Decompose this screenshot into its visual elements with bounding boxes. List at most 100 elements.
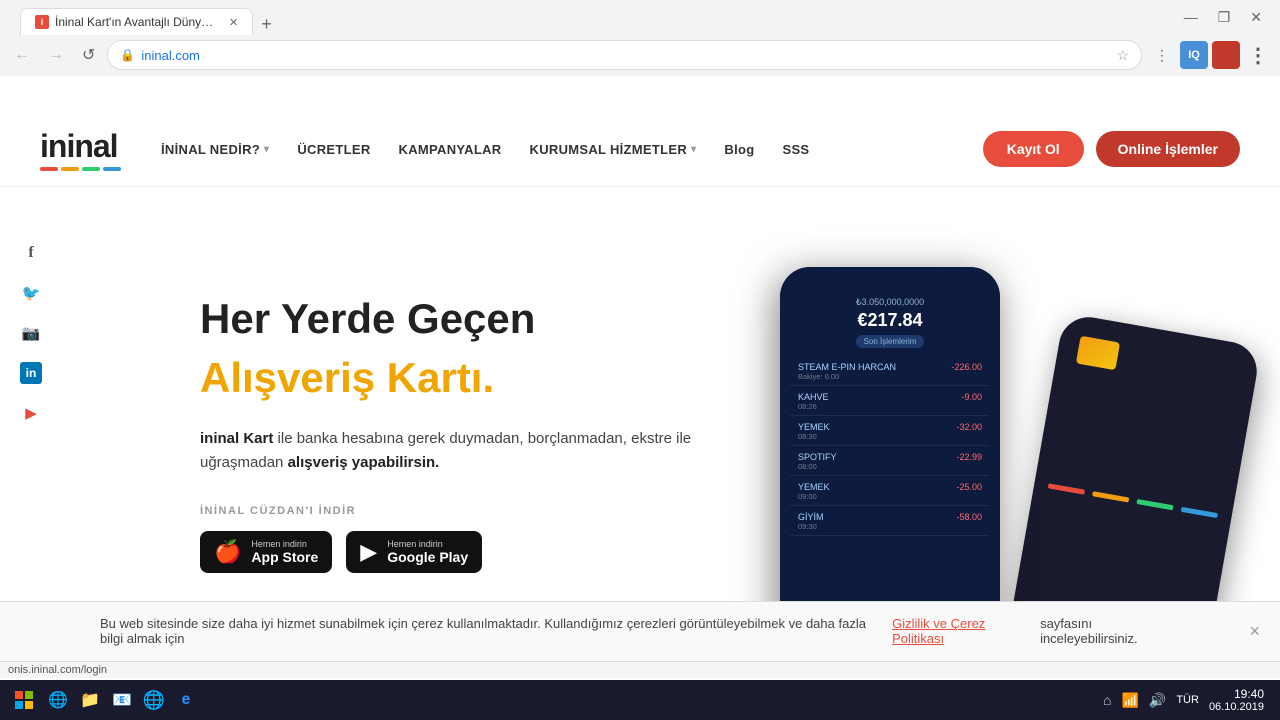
nav-item-blog[interactable]: Blog (724, 142, 754, 157)
taskbar-folder-icon[interactable]: 📁 (76, 686, 104, 714)
address-bar[interactable]: 🔒 ininal.com ☆ (107, 40, 1142, 70)
phone-tab[interactable]: Son İşlemlerim (856, 335, 925, 348)
site-logo[interactable]: ininal (40, 128, 121, 171)
refresh-button[interactable]: ↺ (76, 41, 101, 69)
phone-list-item: KAHVE 08:26 -9.00 (790, 388, 990, 416)
taskbar: 🌐 📁 📧 🌐 e ⌂ 📶 🔊 TÜR 19:40 06.10.2019 (0, 680, 1280, 720)
twitter-icon[interactable]: 🐦 (20, 282, 42, 304)
taskbar-right: ⌂ 📶 🔊 TÜR 19:40 06.10.2019 (1103, 687, 1272, 713)
close-button[interactable]: ✕ (1244, 7, 1268, 28)
stripe-yellow (1092, 491, 1129, 502)
phone-balance-area: ₺3.050,000,0000 €217.84 Son İşlemlerim (790, 297, 990, 348)
tray-volume-icon[interactable]: 🔊 (1149, 692, 1166, 709)
cookie-policy-link[interactable]: Gizlilik ve Çerez Politikası (892, 616, 1028, 646)
site-navigation: ininal İNİNAL NEDİR? ▾ ÜCRETLER KAMPANYA… (0, 112, 1280, 187)
transaction-name: GİYİM (798, 512, 824, 522)
hero-title-line2: Alışveriş Kartı. (200, 353, 700, 403)
windows-logo-icon (14, 690, 34, 710)
clock-date: 06.10.2019 (1209, 701, 1264, 713)
online-islemler-button[interactable]: Online İşlemler (1096, 131, 1240, 167)
browser-window: i İninal Kart'ın Avantajlı Dünyasın... ✕… (0, 0, 1280, 76)
logo-bar-blue (103, 167, 121, 171)
taskbar-edge-icon[interactable]: 🌐 (44, 686, 72, 714)
nav-item-ininal-nedir[interactable]: İNİNAL NEDİR? ▾ (161, 142, 269, 157)
minimize-button[interactable]: — (1178, 7, 1204, 28)
card-color-stripes (1048, 483, 1218, 518)
tray-network-icon[interactable]: 📶 (1121, 692, 1138, 709)
nav-item-kampanyalar[interactable]: KAMPANYALAR (399, 142, 502, 157)
phone-balance-label: ₺3.050,000,0000 (790, 297, 990, 308)
taskbar-chrome-icon[interactable]: 🌐 (140, 686, 168, 714)
red-extension[interactable] (1212, 41, 1240, 69)
transaction-name: YEMEK (798, 422, 830, 432)
tab-close-btn[interactable]: ✕ (229, 16, 238, 29)
dropdown-arrow-2: ▾ (691, 144, 696, 155)
phone-list-item: YEMEK 08:30 -32.00 (790, 418, 990, 446)
cookie-close-button[interactable]: × (1249, 621, 1260, 642)
transaction-item-left: YEMEK 09:00 (798, 482, 830, 501)
register-button[interactable]: Kayıt Ol (983, 131, 1084, 167)
new-tab-button[interactable]: + (253, 14, 280, 35)
transaction-item-left: YEMEK 08:30 (798, 422, 830, 441)
stripe-blue (1181, 507, 1218, 518)
facebook-icon[interactable]: f (20, 242, 42, 264)
bookmark-icon[interactable]: ☆ (1116, 47, 1129, 64)
playstore-button[interactable]: ▶ Hemen indirin Google Play (346, 531, 482, 573)
logo-text: ininal (40, 128, 121, 165)
website-content: ininal İNİNAL NEDİR? ▾ ÜCRETLER KAMPANYA… (0, 112, 1280, 660)
social-sidebar: f 🐦 📷 in ▶ (20, 242, 42, 424)
status-bar: onis.ininal.com/login (0, 661, 1280, 678)
tab-bar: i İninal Kart'ın Avantajlı Dünyasın... ✕… (12, 0, 1178, 35)
nav-item-kurumsal[interactable]: KURUMSAL HİZMETLER ▾ (530, 142, 697, 157)
transaction-name: STEAM E-PIN HARCAN (798, 362, 896, 372)
language-indicator[interactable]: TÜR (1176, 694, 1199, 706)
nav-item-ucretler[interactable]: ÜCRETLER (297, 142, 370, 157)
extensions-icon[interactable]: ⋮ (1148, 41, 1176, 69)
iq-extension[interactable]: IQ (1180, 41, 1208, 69)
tab-title: İninal Kart'ın Avantajlı Dünyasın... (55, 15, 215, 29)
appstore-button[interactable]: 🍎 Hemen indirin App Store (200, 531, 332, 573)
appstore-large-text: App Store (251, 549, 318, 565)
clock-time: 19:40 (1234, 687, 1264, 701)
taskbar-ie-icon[interactable]: e (172, 686, 200, 714)
hero-content: Her Yerde Geçen Alışveriş Kartı. ininal … (200, 294, 700, 573)
window-controls: — ❐ ✕ (1178, 7, 1268, 28)
hero-desc-text: ile banka hesabına gerek duymadan, borçl… (200, 430, 691, 471)
maximize-button[interactable]: ❐ (1212, 7, 1237, 28)
transaction-sub: 08:00 (798, 462, 837, 471)
transaction-name: YEMEK (798, 482, 830, 492)
dropdown-arrow: ▾ (264, 144, 269, 155)
playstore-text: Hemen indirin Google Play (387, 539, 468, 565)
youtube-icon[interactable]: ▶ (20, 402, 42, 424)
forward-button[interactable]: → (42, 42, 70, 68)
playstore-small-text: Hemen indirin (387, 539, 468, 549)
phone-list-item: STEAM E-PIN HARCAN Bakiye: 0.00 -226.00 (790, 358, 990, 386)
back-button[interactable]: ← (8, 42, 36, 68)
transaction-sub: 08:30 (798, 432, 830, 441)
playstore-large-text: Google Play (387, 549, 468, 565)
transaction-item-left: KAHVE 08:26 (798, 392, 829, 411)
hero-description: ininal Kart ile banka hesabına gerek duy… (200, 427, 700, 475)
transaction-amount: -9.00 (961, 392, 982, 411)
nav-item-sss[interactable]: SSS (782, 142, 809, 157)
stripe-red (1048, 483, 1085, 494)
appstore-small-text: Hemen indirin (251, 539, 318, 549)
transaction-amount: -226.00 (951, 362, 982, 381)
tray-settings-icon[interactable]: ⌂ (1103, 692, 1111, 708)
transaction-amount: -32.00 (956, 422, 982, 441)
instagram-icon[interactable]: 📷 (20, 322, 42, 344)
active-tab[interactable]: i İninal Kart'ın Avantajlı Dünyasın... ✕ (20, 8, 253, 35)
nav-right-buttons: Kayıt Ol Online İşlemler (983, 131, 1240, 167)
transaction-sub: 08:26 (798, 402, 829, 411)
logo-bar-green (82, 167, 100, 171)
start-button[interactable] (8, 684, 40, 716)
menu-button[interactable]: ⋮ (1244, 41, 1272, 69)
linkedin-icon[interactable]: in (20, 362, 42, 384)
taskbar-mail-icon[interactable]: 📧 (108, 686, 136, 714)
hero-desc-bold2: alışveriş yapabilirsin. (288, 454, 440, 471)
cookie-text-before: Bu web sitesinde size daha iyi hizmet su… (100, 616, 880, 646)
logo-underline (40, 167, 121, 171)
logo-bar-red (40, 167, 58, 171)
status-url: onis.ininal.com/login (8, 664, 107, 676)
card-chip (1076, 336, 1120, 371)
